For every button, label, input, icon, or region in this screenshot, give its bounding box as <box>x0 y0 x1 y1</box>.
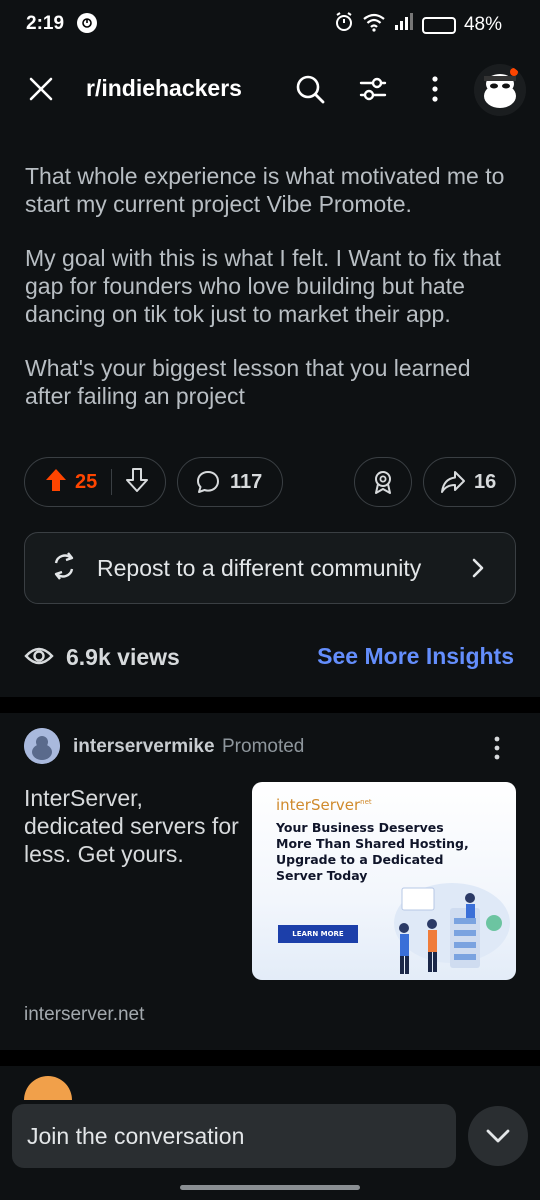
post-paragraph: That whole experience is what motivated … <box>25 163 505 217</box>
ad-author-name[interactable]: interservermike <box>73 736 215 758</box>
eye-icon <box>24 644 54 673</box>
post-body: That whole experience is what motivated … <box>25 162 515 436</box>
award-icon <box>375 471 391 494</box>
vote-pill: 25 <box>24 457 166 507</box>
signal-icon <box>394 13 414 37</box>
ad-text[interactable]: InterServer, dedicated servers for less.… <box>24 784 239 868</box>
repost-icon <box>51 551 77 586</box>
user-avatar[interactable] <box>474 64 526 116</box>
share-button[interactable]: 16 <box>423 457 516 507</box>
ad-illustration <box>372 868 512 980</box>
feed-divider <box>0 697 540 713</box>
alarm-icon <box>334 12 354 38</box>
share-icon <box>441 471 465 493</box>
next-post-preview <box>24 1076 516 1100</box>
post-actions: 25 117 16 <box>24 457 516 509</box>
feed-divider <box>0 1050 540 1066</box>
more-options-icon[interactable] <box>425 74 445 109</box>
filter-icon[interactable] <box>358 74 388 109</box>
vote-separator <box>111 469 113 495</box>
search-icon[interactable] <box>295 74 325 109</box>
comments-button[interactable]: 117 <box>177 457 283 507</box>
status-time: 2:19 <box>26 13 65 34</box>
promoted-label: Promoted <box>222 736 305 757</box>
view-count: 6.9k views <box>66 644 180 670</box>
ad-image-brand: interServernet <box>276 796 372 814</box>
join-conversation-label: Join the conversation <box>27 1122 245 1149</box>
see-more-insights-link[interactable]: See More Insights <box>317 643 514 670</box>
ad-more-options-icon[interactable] <box>492 736 502 765</box>
vote-count: 25 <box>75 470 98 493</box>
do-not-disturb-icon <box>77 13 97 33</box>
join-conversation-input[interactable]: Join the conversation <box>12 1104 456 1168</box>
chevron-down-icon <box>486 1129 510 1143</box>
upvote-icon[interactable] <box>45 468 67 497</box>
ad-image-brand-suffix: net <box>360 798 372 806</box>
ad-image[interactable]: interServernet Your Business Deserves Mo… <box>252 782 516 980</box>
ad-header: interservermike Promoted <box>24 728 516 768</box>
repost-label: Repost to a different community <box>97 554 422 581</box>
comment-count: 117 <box>230 470 263 493</box>
comment-icon <box>197 471 219 493</box>
post-paragraph: What's your biggest lesson that you lear… <box>25 355 471 409</box>
ad-image-brand-name: interServer <box>276 796 361 814</box>
wifi-icon <box>362 12 386 38</box>
close-icon[interactable] <box>28 76 54 107</box>
app-bar: r/indiehackers <box>0 58 540 120</box>
scroll-down-button[interactable] <box>468 1106 528 1166</box>
post-paragraph: My goal with this is what I felt. I Want… <box>25 245 501 327</box>
status-bar: 2:19 48% <box>0 0 540 50</box>
ad-domain[interactable]: interserver.net <box>24 1004 144 1026</box>
share-count: 16 <box>474 470 497 493</box>
home-indicator[interactable] <box>180 1185 360 1190</box>
subreddit-title[interactable]: r/indiehackers <box>86 75 242 102</box>
next-post-avatar <box>24 1076 72 1100</box>
battery-percent: 48% <box>463 14 502 35</box>
battery-icon <box>421 16 456 34</box>
downvote-icon[interactable] <box>126 467 149 497</box>
ad-author-avatar[interactable] <box>24 728 60 764</box>
ad-image-cta: LEARN MORE <box>278 925 358 943</box>
chevron-right-icon <box>471 557 485 584</box>
award-button[interactable] <box>354 457 412 507</box>
repost-button[interactable]: Repost to a different community <box>24 532 516 604</box>
insights-row: 6.9k views See More Insights <box>24 640 516 674</box>
